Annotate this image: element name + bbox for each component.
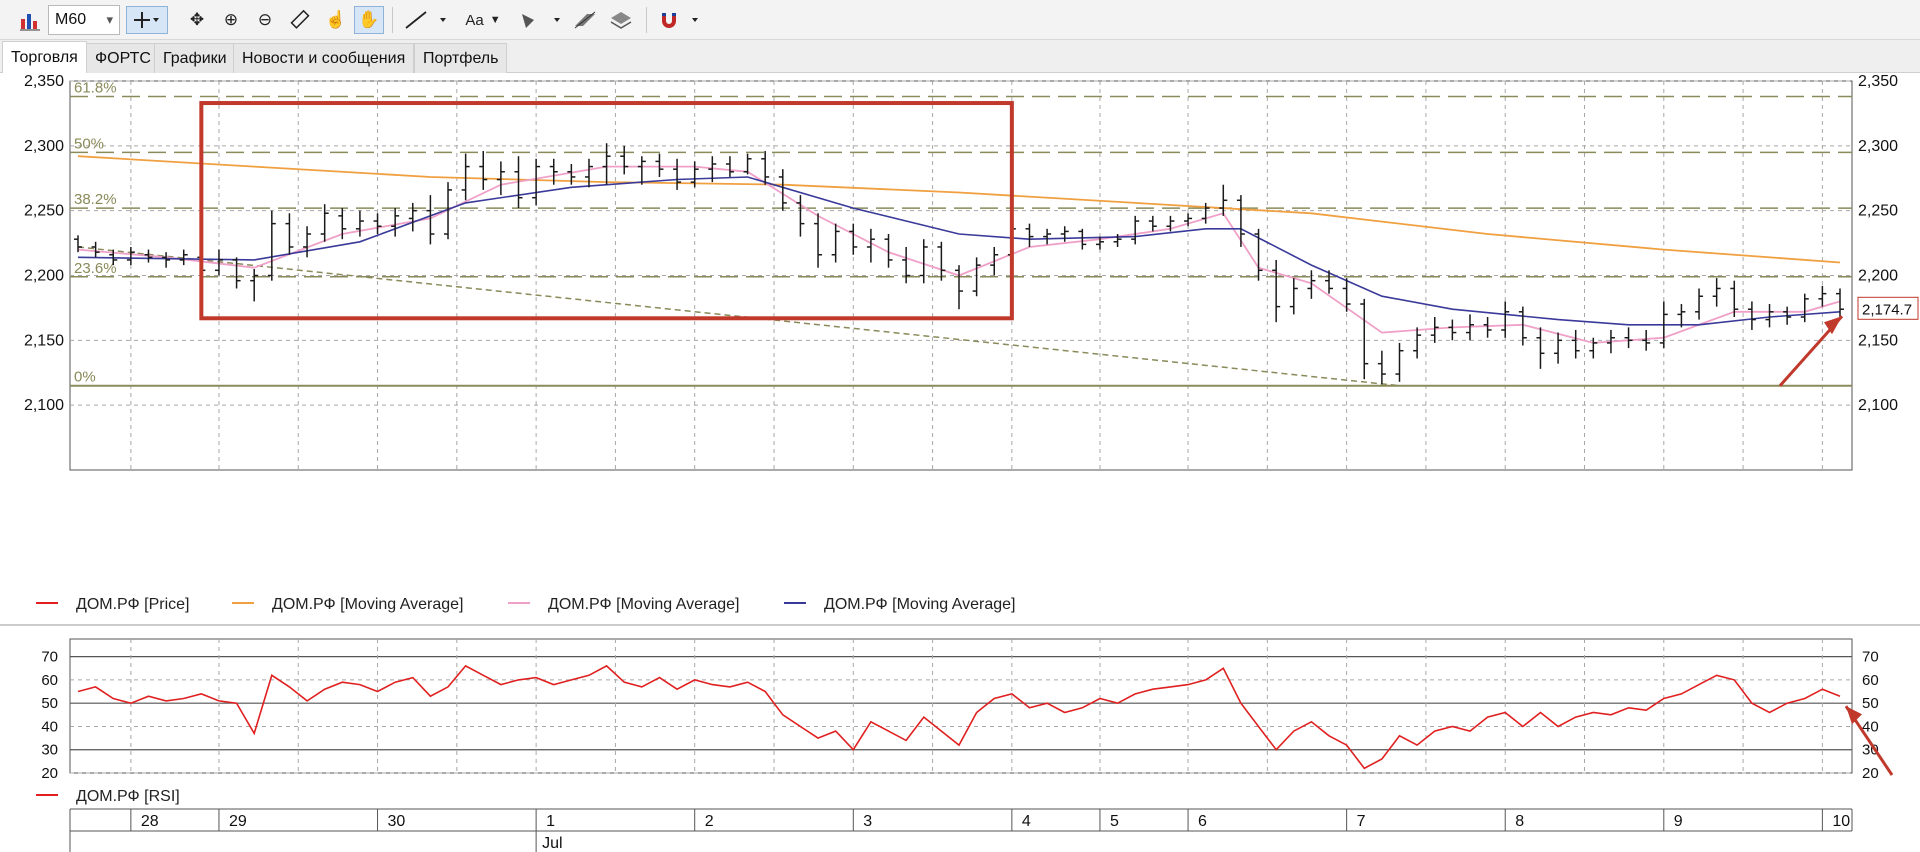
fib-level-label: 23.6% (74, 260, 117, 277)
price-y-tick-right: 2,200 (1858, 268, 1898, 285)
crosshair-icon[interactable] (126, 6, 168, 34)
day-label: 3 (863, 813, 872, 830)
toolbar: M60 ▾ ✥ ⊕ ⊖ ☝ ✋ Aa ▼ (0, 0, 1920, 40)
day-label: 6 (1198, 813, 1207, 830)
zoom-in-icon[interactable]: ⊕ (218, 6, 244, 34)
fib-level-label: 61.8% (74, 80, 117, 97)
day-label: 7 (1357, 813, 1366, 830)
rsi-y-tick-left: 20 (41, 765, 58, 782)
price-y-tick-left: 2,250 (24, 203, 64, 220)
day-label: 30 (388, 813, 406, 830)
chart-type-icon[interactable] (16, 6, 44, 34)
day-label: 4 (1022, 813, 1031, 830)
day-label: 8 (1515, 813, 1524, 830)
timeframe-select[interactable]: M60 ▾ (48, 5, 120, 35)
day-label: 9 (1674, 813, 1683, 830)
price-y-tick-right: 2,150 (1858, 332, 1898, 349)
tab-portfolio[interactable]: Портфель (414, 43, 508, 73)
fill-icon[interactable] (516, 6, 564, 34)
rsi-y-tick-right: 60 (1862, 672, 1879, 689)
tab-news[interactable]: Новости и сообщения (233, 43, 415, 73)
price-y-tick-left: 2,150 (24, 332, 64, 349)
legend-label: ДОМ.РФ [Moving Average] (548, 596, 740, 613)
rsi-y-tick-left: 70 (41, 649, 58, 666)
eraser-icon[interactable] (570, 6, 600, 34)
toolbar-separator (392, 7, 393, 33)
chevron-down-icon: ▾ (106, 12, 113, 27)
rsi-y-tick-right: 50 (1862, 695, 1879, 712)
price-y-tick-left: 2,350 (24, 73, 64, 90)
price-y-tick-left: 2,300 (24, 138, 64, 155)
magnet-icon[interactable] (656, 6, 704, 34)
rsi-y-tick-left: 40 (41, 718, 58, 735)
fib-level-label: 38.2% (74, 191, 117, 208)
legend-label: ДОМ.РФ [Price] (76, 596, 190, 613)
move-icon[interactable]: ✥ (184, 6, 210, 34)
price-y-tick-left: 2,200 (24, 268, 64, 285)
rsi-y-tick-left: 50 (41, 695, 58, 712)
text-tool-icon[interactable]: Aa ▼ (458, 6, 508, 34)
day-label: 10 (1832, 813, 1850, 830)
tab-forts[interactable]: ФОРТС (86, 43, 160, 73)
ruler-icon[interactable] (286, 6, 314, 34)
legend-label: ДОМ.РФ [Moving Average] (272, 596, 464, 613)
fib-level-label: 50% (74, 135, 104, 152)
price-y-tick-right: 2,250 (1858, 203, 1898, 220)
day-label: 29 (229, 813, 247, 830)
rsi-y-tick-right: 20 (1862, 765, 1879, 782)
layers-icon[interactable] (606, 6, 636, 34)
day-label: 2 (705, 813, 714, 830)
day-label: 1 (546, 813, 555, 830)
price-y-tick-right: 2,100 (1858, 397, 1898, 414)
rsi-y-tick-left: 30 (41, 742, 58, 759)
tab-charts[interactable]: Графики (154, 43, 236, 73)
timeframe-value: M60 (55, 11, 87, 28)
month-label: Jul (542, 835, 562, 852)
day-label: 5 (1110, 813, 1119, 830)
last-price-label: 2,174.7 (1862, 301, 1912, 318)
zoom-out-icon[interactable]: ⊖ (252, 6, 278, 34)
legend-label: ДОМ.РФ [RSI] (76, 788, 180, 805)
price-y-tick-right: 2,350 (1858, 73, 1898, 90)
rsi-y-tick-right: 70 (1862, 649, 1879, 666)
price-pane[interactable]: 2,100 2,100 2,150 2,150 2,200 2,200 2,250 2,250… (24, 73, 1919, 471)
toolbar-separator (646, 7, 647, 33)
price-y-tick-left: 2,100 (24, 397, 64, 414)
day-label: 28 (141, 813, 159, 830)
tab-bar: Торговля ФОРТС Графики Новости и сообщен… (0, 40, 1920, 74)
fib-level-label: 0% (74, 369, 96, 386)
rsi-y-tick-left: 60 (41, 672, 58, 689)
rsi-pane[interactable]: 20 2030 3040 4050 5060 6070 70 (41, 638, 1894, 782)
price-y-tick-right: 2,300 (1858, 138, 1898, 155)
line-tool-icon[interactable] (402, 6, 450, 34)
hand-icon[interactable]: ☝ (322, 6, 350, 34)
tab-trading[interactable]: Торговля (2, 41, 87, 74)
legend-label: ДОМ.РФ [Moving Average] (824, 596, 1016, 613)
pan-icon[interactable]: ✋ (354, 6, 384, 34)
chart-area[interactable]: 2,100 2,100 2,150 2,150 2,200 2,200 2,250 2,250… (0, 73, 1920, 852)
